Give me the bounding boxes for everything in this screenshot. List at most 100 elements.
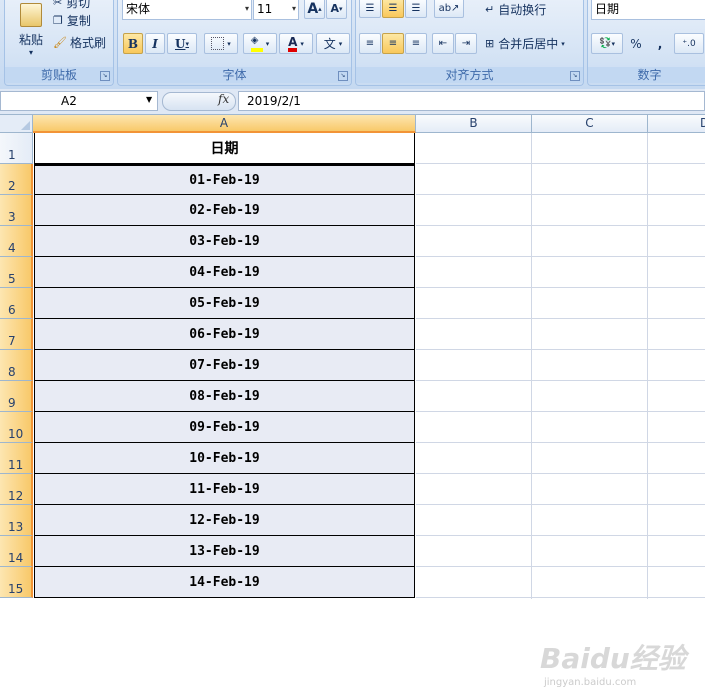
row-header[interactable]: 13 <box>0 505 33 536</box>
align-left-icon: ≡ <box>365 38 375 49</box>
row-gridline <box>416 442 705 443</box>
merge-center-label: 合并后居中 <box>498 37 559 51</box>
row-header[interactable]: 9 <box>0 381 33 412</box>
copy-button[interactable]: ❐ 复制 <box>53 11 111 29</box>
row-header[interactable]: 2 <box>0 164 33 195</box>
row-header[interactable]: 6 <box>0 288 33 319</box>
align-center-button[interactable]: ≡ <box>382 33 404 54</box>
row-header[interactable]: 3 <box>0 195 33 226</box>
date-cell[interactable]: 02-Feb-19 <box>34 195 415 226</box>
column-header-d[interactable]: D <box>648 115 705 133</box>
underline-button[interactable]: U ▾ <box>167 33 197 54</box>
copy-icon: ❐ <box>53 13 63 27</box>
date-cell[interactable]: 11-Feb-19 <box>34 474 415 505</box>
date-cell[interactable]: 14-Feb-19 <box>34 567 415 598</box>
bold-button[interactable]: B <box>123 33 143 54</box>
align-bottom-button[interactable]: ☰ <box>405 0 427 18</box>
row-header[interactable]: 4 <box>0 226 33 257</box>
clipboard-group-label: 剪贴板 <box>5 67 113 83</box>
paste-button[interactable]: 粘贴 ▾ <box>11 0 51 60</box>
row-gridline <box>416 535 705 536</box>
row-header[interactable]: 10 <box>0 412 33 443</box>
merge-center-button[interactable]: ⊞ 合并后居中 ▾ <box>485 33 581 54</box>
increase-decimal-icon: ⁺.0 <box>682 38 696 49</box>
orientation-button[interactable]: ab↗ <box>434 0 464 18</box>
align-right-button[interactable]: ≡ <box>405 33 427 54</box>
clipboard-launcher-icon[interactable]: ↘ <box>100 71 110 81</box>
row-gridline <box>416 566 705 567</box>
font-size-select[interactable]: 11 ▾ <box>253 0 299 20</box>
align-center-icon: ≡ <box>388 38 398 49</box>
row-gridline <box>416 349 705 350</box>
format-painter-label: 格式刷 <box>69 35 106 50</box>
row-header[interactable]: 12 <box>0 474 33 505</box>
paste-icon <box>20 3 42 27</box>
cut-button[interactable]: ✂ 剪切 <box>53 0 111 10</box>
increase-indent-button[interactable]: ⇥ <box>455 33 477 54</box>
formula-input[interactable]: 2019/2/1 <box>238 91 705 111</box>
format-painter-button[interactable]: 🖌 格式刷 <box>53 33 113 51</box>
date-cell[interactable]: 01-Feb-19 <box>34 164 415 195</box>
ribbon: 粘贴 ▾ ✂ 剪切 ❐ 复制 🖌 格式刷 剪贴板 ↘ 宋体 ▾ 11 ▾ A▴ <box>0 0 705 90</box>
date-cell[interactable]: 10-Feb-19 <box>34 443 415 474</box>
date-cell[interactable]: 07-Feb-19 <box>34 350 415 381</box>
shrink-font-icon: A <box>330 2 339 15</box>
row-header[interactable]: 14 <box>0 536 33 567</box>
date-cell[interactable]: 09-Feb-19 <box>34 412 415 443</box>
paint-bucket-icon: ◈ <box>250 35 263 52</box>
align-middle-button[interactable]: ☰ <box>382 0 404 18</box>
row-gridline <box>416 473 705 474</box>
font-size-value: 11 <box>257 2 273 16</box>
date-cell[interactable]: 12-Feb-19 <box>34 505 415 536</box>
header-cell[interactable]: 日期 <box>34 133 415 164</box>
date-cell[interactable]: 08-Feb-19 <box>34 381 415 412</box>
align-left-button[interactable]: ≡ <box>359 33 381 54</box>
comma-icon: , <box>657 36 663 51</box>
insert-function-icon[interactable]: fx <box>218 92 229 106</box>
percent-style-button[interactable]: % <box>626 33 646 54</box>
fill-color-button[interactable]: ◈ ▾ <box>243 33 277 54</box>
row-header[interactable]: 5 <box>0 257 33 288</box>
row-gridline <box>416 225 705 226</box>
accounting-format-button[interactable]: 💱 ▾ <box>591 33 623 54</box>
row-header[interactable]: 7 <box>0 319 33 350</box>
alignment-group-label: 对齐方式 <box>356 67 583 83</box>
font-launcher-icon[interactable]: ↘ <box>338 71 348 81</box>
row-gridline <box>416 504 705 505</box>
column-header-b[interactable]: B <box>416 115 532 133</box>
number-format-select[interactable]: 日期 <box>591 0 705 20</box>
column-header-c[interactable]: C <box>532 115 648 133</box>
chevron-down-icon[interactable]: ▼ <box>146 95 152 104</box>
italic-button[interactable]: I <box>145 33 165 54</box>
row-header[interactable]: 1 <box>0 133 33 164</box>
increase-decimal-button[interactable]: ⁺.0 <box>674 33 704 54</box>
name-box[interactable]: A2 <box>0 91 158 111</box>
merge-cells-icon: ⊞ <box>485 37 495 50</box>
comma-style-button[interactable]: , <box>650 33 670 54</box>
row-header[interactable]: 11 <box>0 443 33 474</box>
column-header-a[interactable]: A <box>33 115 416 133</box>
row-header[interactable]: 15 <box>0 567 33 598</box>
font-name-select[interactable]: 宋体 ▾ <box>122 0 252 20</box>
date-cell[interactable]: 05-Feb-19 <box>34 288 415 319</box>
alignment-launcher-icon[interactable]: ↘ <box>570 71 580 81</box>
decrease-indent-button[interactable]: ⇤ <box>432 33 454 54</box>
wrap-text-button[interactable]: ↵ 自动换行 <box>485 0 581 20</box>
cut-label: 剪切 <box>66 0 91 10</box>
borders-button[interactable]: ▾ <box>204 33 238 54</box>
phonetic-guide-button[interactable]: 文 ▾ <box>316 33 350 54</box>
underline-icon: U <box>175 36 186 51</box>
date-cell[interactable]: 13-Feb-19 <box>34 536 415 567</box>
align-top-button[interactable]: ☰ <box>359 0 381 18</box>
chevron-down-icon: ▾ <box>291 4 296 13</box>
date-cell[interactable]: 03-Feb-19 <box>34 226 415 257</box>
font-color-button[interactable]: A ▾ <box>279 33 313 54</box>
shrink-font-button[interactable]: A ▾ <box>326 0 347 19</box>
date-cell[interactable]: 06-Feb-19 <box>34 319 415 350</box>
borders-icon <box>211 37 225 50</box>
paste-dropdown-arrow[interactable]: ▾ <box>29 48 33 57</box>
select-all-button[interactable] <box>0 115 33 133</box>
grow-font-button[interactable]: A ▴ <box>304 0 325 19</box>
date-cell[interactable]: 04-Feb-19 <box>34 257 415 288</box>
row-header[interactable]: 8 <box>0 350 33 381</box>
